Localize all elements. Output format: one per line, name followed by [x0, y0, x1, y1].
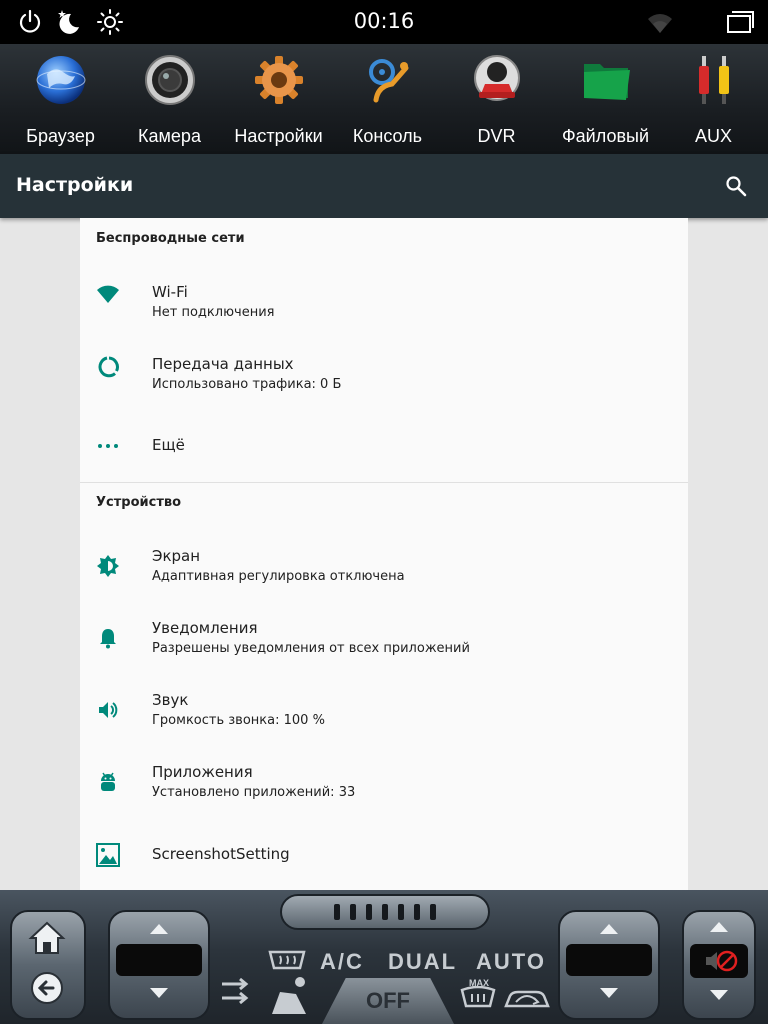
right-temp-down-icon[interactable] [600, 988, 618, 998]
camera-lens-icon [145, 55, 195, 105]
settings-item-subtitle: Нет подключения [152, 305, 275, 320]
section-title-wireless: Беспроводные сети [96, 231, 245, 246]
globe-icon [36, 56, 86, 104]
volume-up-icon[interactable] [710, 922, 728, 932]
bell-icon [100, 629, 116, 649]
page-title: Настройки [16, 174, 134, 196]
airflow-direction-icon[interactable] [220, 976, 254, 1010]
search-icon[interactable] [724, 174, 748, 198]
left-temp-up-icon[interactable] [150, 924, 168, 934]
screenshot-icon [96, 843, 120, 867]
settings-toolbar: Настройки [0, 154, 768, 218]
settings-item-title: Wi-Fi [152, 283, 188, 301]
fan-level-slot [382, 904, 388, 920]
app-camera[interactable]: Камера [115, 44, 224, 154]
left-temp-display [116, 944, 202, 976]
app-dvr[interactable]: DVR [442, 44, 551, 154]
app-browser[interactable]: Браузер [6, 44, 115, 154]
fan-level-slot [398, 904, 404, 920]
recent-apps-icon[interactable] [726, 8, 754, 36]
climate-off-label: OFF [366, 988, 410, 1013]
left-temp-down-icon[interactable] [150, 988, 168, 998]
app-label: Файловый [561, 126, 650, 146]
rear-defrost-icon[interactable] [268, 948, 306, 972]
dvr-car-icon [474, 55, 520, 101]
settings-item-title: Звук [152, 691, 189, 709]
home-icon[interactable] [28, 920, 66, 956]
volume-icon [99, 702, 118, 718]
fan-level-slot [334, 904, 340, 920]
settings-item-display[interactable]: Экран Адаптивная регулировка отключена [80, 521, 688, 593]
settings-item-title: Уведомления [152, 619, 258, 637]
settings-item-data-usage[interactable]: Передача данных Использовано трафика: 0 … [80, 329, 688, 401]
settings-item-more[interactable]: Ещё [80, 401, 688, 473]
app-console[interactable]: Консоль [333, 44, 442, 154]
gear-icon [255, 56, 303, 104]
ac-button[interactable]: A/C [320, 949, 364, 975]
settings-item-subtitle: Использовано трафика: 0 Б [152, 377, 342, 392]
rca-cable-icon [699, 56, 729, 104]
settings-item-subtitle: Громкость звонка: 100 % [152, 713, 325, 728]
settings-item-notifications[interactable]: Уведомления Разрешены уведомления от все… [80, 593, 688, 665]
section-title-device: Устройство [96, 495, 182, 510]
settings-item-title: Передача данных [152, 355, 294, 373]
fan-level-slot [366, 904, 372, 920]
app-label: DVR [477, 126, 516, 146]
auto-button[interactable]: AUTO [476, 949, 546, 975]
settings-list: Беспроводные сети Wi-Fi Нет подключения … [80, 218, 688, 890]
section-divider [80, 482, 688, 483]
fan-level-slot [350, 904, 356, 920]
wifi-signal-icon [648, 14, 672, 33]
seat-airflow-icon[interactable] [266, 974, 316, 1018]
app-file-manager[interactable]: Файловый [551, 44, 660, 154]
app-label: Настройки [234, 126, 323, 146]
wifi-icon [97, 285, 119, 303]
app-launcher-bar: Браузер Камера Настройки Консоль DVR Фай… [0, 44, 768, 154]
app-aux[interactable]: AUX [659, 44, 768, 154]
right-temp-up-icon[interactable] [600, 924, 618, 934]
display-brightness-icon [97, 555, 119, 577]
settings-item-title: Экран [152, 547, 201, 565]
settings-item-title: ScreenshotSetting [152, 845, 290, 863]
fan-level-slot [430, 904, 436, 920]
app-label: Браузер [26, 126, 95, 146]
status-bar: 00:16 [0, 0, 768, 44]
mute-icon[interactable] [704, 948, 738, 974]
settings-item-title: Ещё [152, 436, 185, 454]
settings-item-apps[interactable]: Приложения Установлено приложений: 33 [80, 737, 688, 809]
app-label: AUX [694, 126, 732, 146]
settings-item-title: Приложения [152, 763, 253, 781]
right-temp-display [566, 944, 652, 976]
settings-item-screenshot[interactable]: ScreenshotSetting [80, 818, 688, 890]
app-label: Камера [138, 126, 201, 146]
more-dots-icon [98, 444, 118, 448]
folder-icon [584, 64, 630, 100]
fan-level-slot [414, 904, 420, 920]
app-label: Консоль [352, 126, 423, 146]
settings-item-subtitle: Адаптивная регулировка отключена [152, 569, 405, 584]
settings-item-subtitle: Установлено приложений: 33 [152, 785, 356, 800]
back-icon[interactable] [29, 970, 65, 1006]
settings-item-wifi[interactable]: Wi-Fi Нет подключения [80, 257, 688, 329]
settings-item-sound[interactable]: Звук Громкость звонка: 100 % [80, 665, 688, 737]
app-settings[interactable]: Настройки [224, 44, 333, 154]
volume-down-icon[interactable] [710, 990, 728, 1000]
dual-button[interactable]: DUAL [388, 949, 457, 975]
max-defrost-icon[interactable] [458, 986, 498, 1010]
air-recirculation-icon[interactable] [502, 986, 552, 1012]
settings-item-subtitle: Разрешены уведомления от всех приложений [152, 641, 470, 656]
steering-console-icon [369, 59, 409, 103]
android-icon [101, 772, 115, 791]
data-usage-icon [98, 356, 119, 378]
